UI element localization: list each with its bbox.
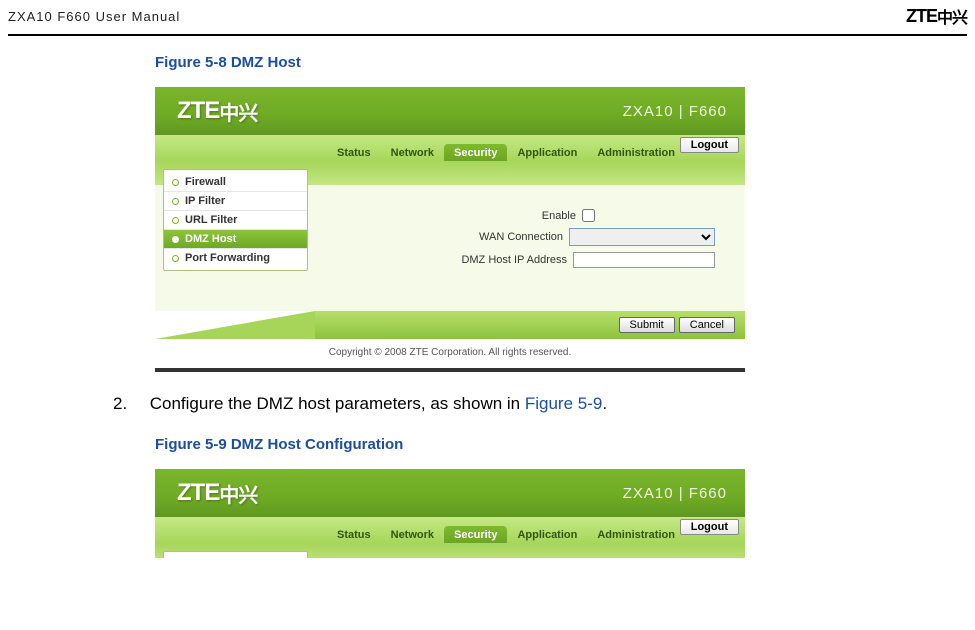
- sidebar-item-url-filter[interactable]: URL Filter: [164, 211, 307, 230]
- tab-security[interactable]: Security: [444, 144, 507, 161]
- router-logo-cn: 中兴: [219, 479, 257, 508]
- sidebar-item-firewall[interactable]: Firewall: [164, 555, 307, 558]
- tab-administration[interactable]: Administration: [587, 526, 685, 543]
- figure-5-8-caption: Figure 5-8 DMZ Host: [155, 54, 975, 71]
- tab-security[interactable]: Security: [444, 526, 507, 543]
- sidebar-label: URL Filter: [185, 214, 237, 226]
- logout-button[interactable]: Logout: [680, 137, 739, 153]
- bottom-bar-fill: Submit Cancel: [315, 311, 745, 339]
- router-ui-fig-5-9: ZTE中兴 ZXA10 | F660 Status Network Securi…: [155, 469, 745, 558]
- dmz-ip-input[interactable]: [573, 252, 715, 268]
- dmz-ip-label: DMZ Host IP Address: [461, 254, 567, 266]
- content-area: Figure 5-8 DMZ Host ZTE中兴 ZXA10 | F660 S…: [0, 54, 975, 558]
- tab-application[interactable]: Application: [507, 526, 587, 543]
- tab-administration[interactable]: Administration: [587, 144, 685, 161]
- sidebar-item-ip-filter[interactable]: IP Filter: [164, 192, 307, 211]
- sidebar-item-dmz-host[interactable]: DMZ Host: [164, 230, 307, 249]
- wan-label: WAN Connection: [479, 231, 563, 243]
- sidebar-label: IP Filter: [185, 195, 225, 207]
- step-text-a: Configure the DMZ host parameters, as sh…: [150, 394, 525, 413]
- page-header: ZXA10 F660 User Manual ZTE中兴: [0, 0, 975, 34]
- manual-title: ZXA10 F660 User Manual: [8, 9, 180, 24]
- zte-logo-cn: 中兴: [937, 4, 967, 28]
- wan-connection-select[interactable]: [569, 228, 715, 246]
- router-logo-en: ZTE: [177, 479, 219, 507]
- tab-status[interactable]: Status: [327, 144, 381, 161]
- field-dmz-ip: DMZ Host IP Address: [318, 252, 715, 268]
- sidebar-label: Port Forwarding: [185, 252, 270, 264]
- submit-button[interactable]: Submit: [619, 317, 675, 333]
- tab-network[interactable]: Network: [381, 526, 444, 543]
- figure-5-9-caption: Figure 5-9 DMZ Host Configuration: [155, 436, 975, 453]
- step-2-text: 2. Configure the DMZ host parameters, as…: [113, 394, 975, 414]
- tab-row: Status Network Security Application Admi…: [155, 517, 745, 543]
- logout-button[interactable]: Logout: [680, 519, 739, 535]
- router-ui-fig-5-8: ZTE中兴 ZXA10 | F660 Status Network Securi…: [155, 87, 745, 372]
- sidebar-label: DMZ Host: [185, 233, 236, 245]
- sidebar-label: Firewall: [185, 176, 226, 188]
- router-logo: ZTE中兴: [177, 97, 257, 126]
- bullet-icon: [172, 217, 179, 224]
- sidebar-item-firewall[interactable]: Firewall: [164, 173, 307, 192]
- cancel-button[interactable]: Cancel: [679, 317, 735, 333]
- tab-status[interactable]: Status: [327, 526, 381, 543]
- bullet-icon: [172, 255, 179, 262]
- router-body: Firewall IP Filter URL Filter DMZ Host P…: [155, 161, 745, 311]
- bottom-bar: Submit Cancel: [155, 311, 745, 339]
- router-body: Firewall: [155, 543, 745, 558]
- header-rule: [8, 34, 967, 36]
- copyright-text: Copyright © 2008 ZTE Corporation. All ri…: [155, 339, 745, 372]
- enable-label: Enable: [542, 210, 576, 222]
- figure-5-9-link[interactable]: Figure 5-9: [525, 394, 602, 413]
- tab-network[interactable]: Network: [381, 144, 444, 161]
- sidebar: Firewall: [163, 551, 308, 558]
- router-logo: ZTE中兴: [177, 479, 257, 508]
- field-enable: Enable: [318, 209, 715, 222]
- router-header: ZTE中兴 ZXA10 | F660: [155, 469, 745, 517]
- device-label: ZXA10 | F660: [623, 103, 727, 120]
- wedge-decoration: [155, 311, 315, 339]
- device-label: ZXA10 | F660: [623, 485, 727, 502]
- router-logo-en: ZTE: [177, 97, 219, 125]
- bullet-icon: [172, 179, 179, 186]
- tab-application[interactable]: Application: [507, 144, 587, 161]
- bullet-icon: [172, 236, 179, 243]
- router-logo-cn: 中兴: [219, 97, 257, 126]
- zte-logo-en: ZTE: [906, 6, 937, 27]
- sidebar-item-port-forwarding[interactable]: Port Forwarding: [164, 249, 307, 267]
- step-text-b: .: [602, 394, 607, 413]
- step-number: 2.: [113, 394, 145, 414]
- sidebar: Firewall IP Filter URL Filter DMZ Host P…: [163, 169, 308, 271]
- tab-row: Status Network Security Application Admi…: [155, 135, 745, 161]
- field-wan: WAN Connection: [318, 228, 715, 246]
- enable-checkbox[interactable]: [582, 209, 595, 222]
- router-header: ZTE中兴 ZXA10 | F660: [155, 87, 745, 135]
- settings-panel: Enable WAN Connection DMZ Host IP Addres…: [308, 169, 745, 299]
- bullet-icon: [172, 198, 179, 205]
- zte-logo-corner: ZTE中兴: [906, 4, 967, 28]
